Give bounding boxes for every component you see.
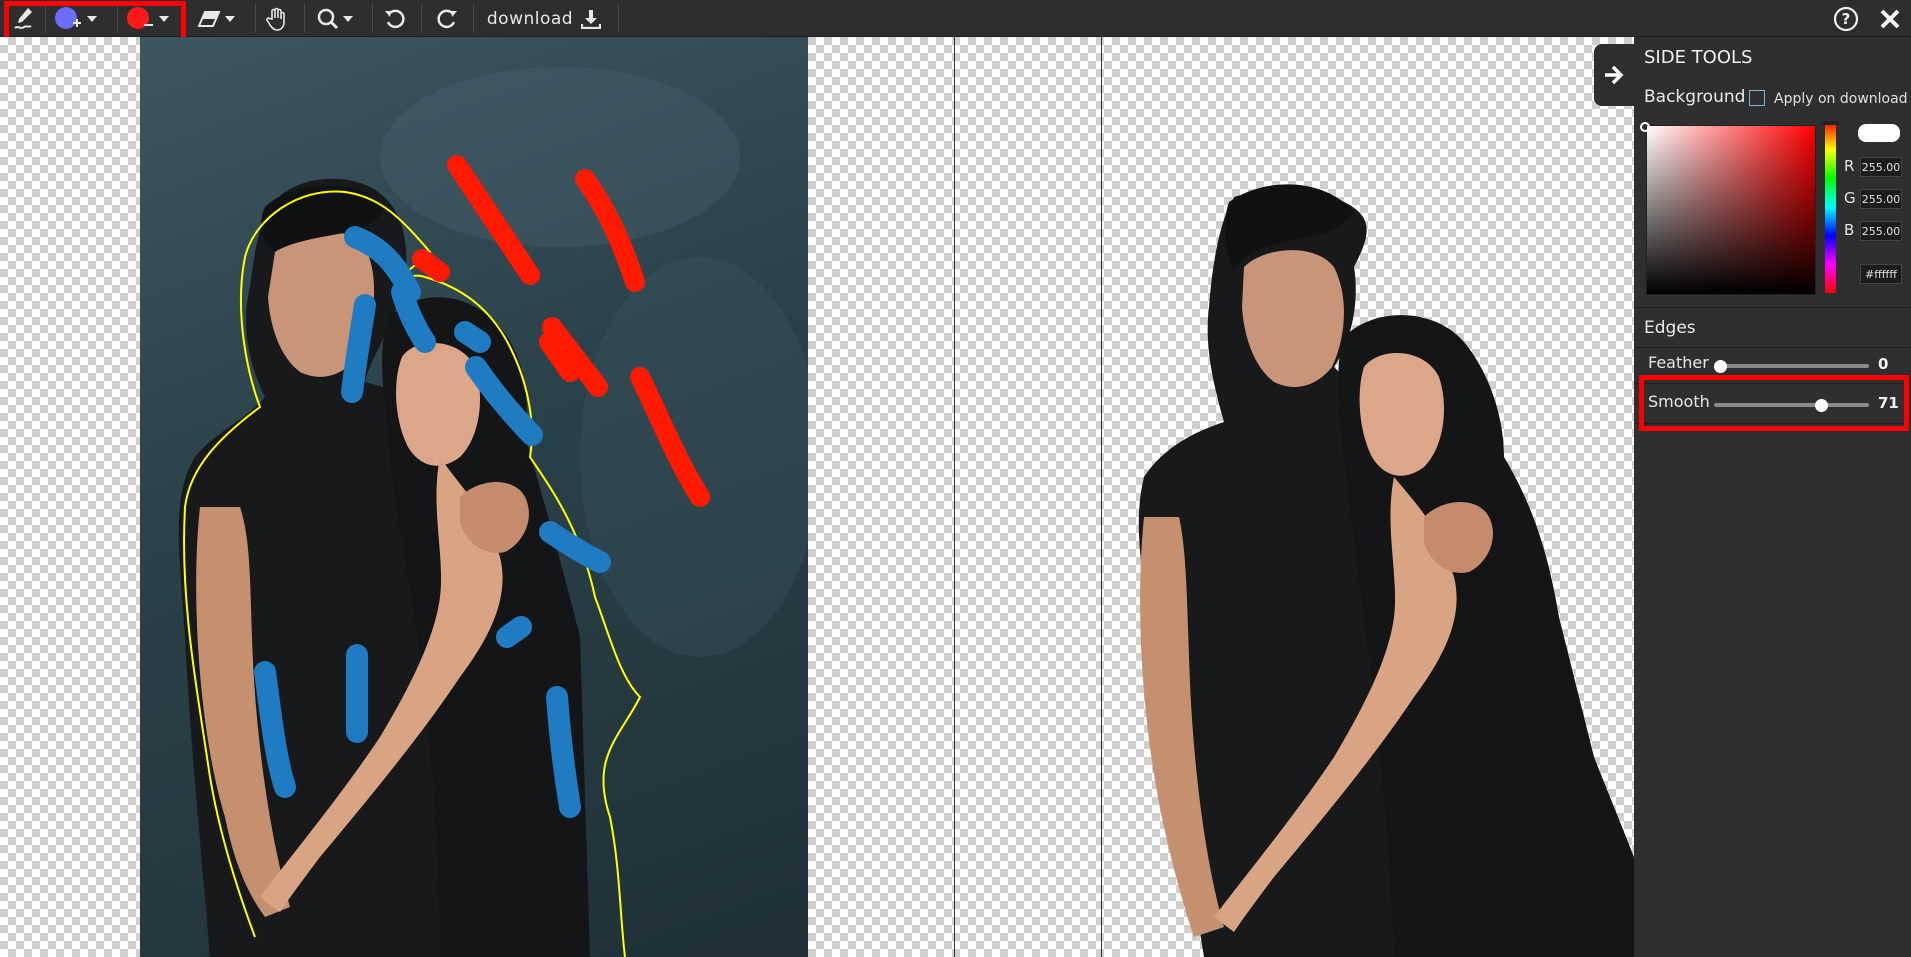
edges-label: Edges [1644, 318, 1696, 338]
top-toolbar: download ? [0, 0, 1911, 47]
original-image[interactable] [140, 37, 808, 957]
feather-slider[interactable] [1714, 364, 1869, 368]
eraser-icon [197, 10, 221, 27]
mark-tool-button[interactable] [8, 0, 40, 37]
magnifier-icon [317, 8, 339, 29]
collapse-panel-tab[interactable] [1594, 44, 1634, 106]
chevron-down-icon [343, 15, 353, 22]
blue-channel-label: B [1844, 221, 1855, 239]
redo-button[interactable] [432, 0, 462, 37]
chevron-down-icon [159, 15, 169, 22]
toolbar-separator [372, 4, 373, 33]
section-divider [1634, 383, 1911, 384]
download-icon [581, 9, 602, 29]
pen-mark-icon [14, 7, 32, 29]
toolbar-separator [421, 4, 422, 33]
hue-slider-handle[interactable] [1822, 121, 1839, 125]
undo-button[interactable] [380, 0, 410, 37]
close-icon [1880, 9, 1900, 28]
toolbar-separator [255, 4, 256, 33]
green-channel-label: G [1844, 189, 1856, 207]
feather-label: Feather [1648, 353, 1709, 372]
undo-icon [385, 9, 405, 28]
cutout-preview [1138, 184, 1634, 957]
color-picker-handle[interactable] [1640, 122, 1650, 132]
panel-title: SIDE TOOLS [1644, 47, 1753, 68]
arrow-right-icon [1605, 65, 1624, 85]
feather-slider-handle[interactable] [1714, 360, 1727, 373]
download-button[interactable]: download [484, 0, 604, 37]
help-button[interactable]: ? [1831, 0, 1861, 37]
svg-text:?: ? [1842, 10, 1851, 28]
eraser-button[interactable] [193, 0, 239, 37]
toolbar-separator [304, 4, 305, 33]
toolbar-separator [618, 4, 619, 33]
chevron-down-icon [87, 15, 97, 22]
close-button[interactable] [1875, 0, 1905, 37]
side-tools-panel: SIDE TOOLS Background Apply on download … [1634, 37, 1911, 957]
hue-slider[interactable] [1825, 121, 1836, 293]
section-divider [1634, 307, 1911, 308]
toolbar-separator [181, 4, 182, 33]
smooth-slider[interactable] [1714, 403, 1869, 407]
section-divider [1634, 423, 1911, 424]
plus-brush-icon [55, 6, 81, 29]
minus-brush-icon [127, 6, 153, 29]
apply-on-download-label: Apply on download [1774, 91, 1908, 107]
help-icon: ? [1833, 6, 1859, 31]
toolbar-separator [45, 4, 46, 33]
toolbar-separator [117, 4, 118, 33]
green-channel-input[interactable]: 255.00 [1860, 189, 1902, 209]
chevron-down-icon [225, 15, 235, 22]
smooth-label: Smooth [1648, 392, 1710, 411]
app-root: download ? SIDE TOOLS Background Apply o… [0, 0, 1911, 957]
toolbar-separator [473, 4, 474, 33]
blue-channel-input[interactable]: 255.00 [1860, 221, 1902, 241]
redo-icon [437, 9, 457, 28]
section-divider [1634, 347, 1911, 348]
pan-button[interactable] [262, 0, 292, 37]
remove-brush-button[interactable] [124, 0, 170, 37]
original-photo-drawing [140, 67, 808, 957]
keep-brush-button[interactable] [52, 0, 98, 37]
view-divider [954, 37, 955, 957]
smooth-value: 71 [1878, 394, 1899, 412]
smooth-slider-handle[interactable] [1814, 399, 1828, 412]
color-swatch [1858, 124, 1900, 142]
download-label: download [486, 8, 574, 29]
feather-value: 0 [1878, 355, 1889, 373]
red-channel-input[interactable]: 255.00 [1860, 157, 1902, 177]
color-picker-square[interactable] [1646, 125, 1816, 295]
hex-color-input[interactable]: #ffffff [1860, 264, 1902, 284]
editor-canvas[interactable] [0, 37, 1634, 957]
zoom-button[interactable] [314, 0, 356, 37]
apply-on-download-checkbox[interactable] [1749, 90, 1765, 106]
background-label: Background [1644, 87, 1746, 107]
red-channel-label: R [1844, 157, 1855, 175]
hand-icon [266, 7, 285, 31]
